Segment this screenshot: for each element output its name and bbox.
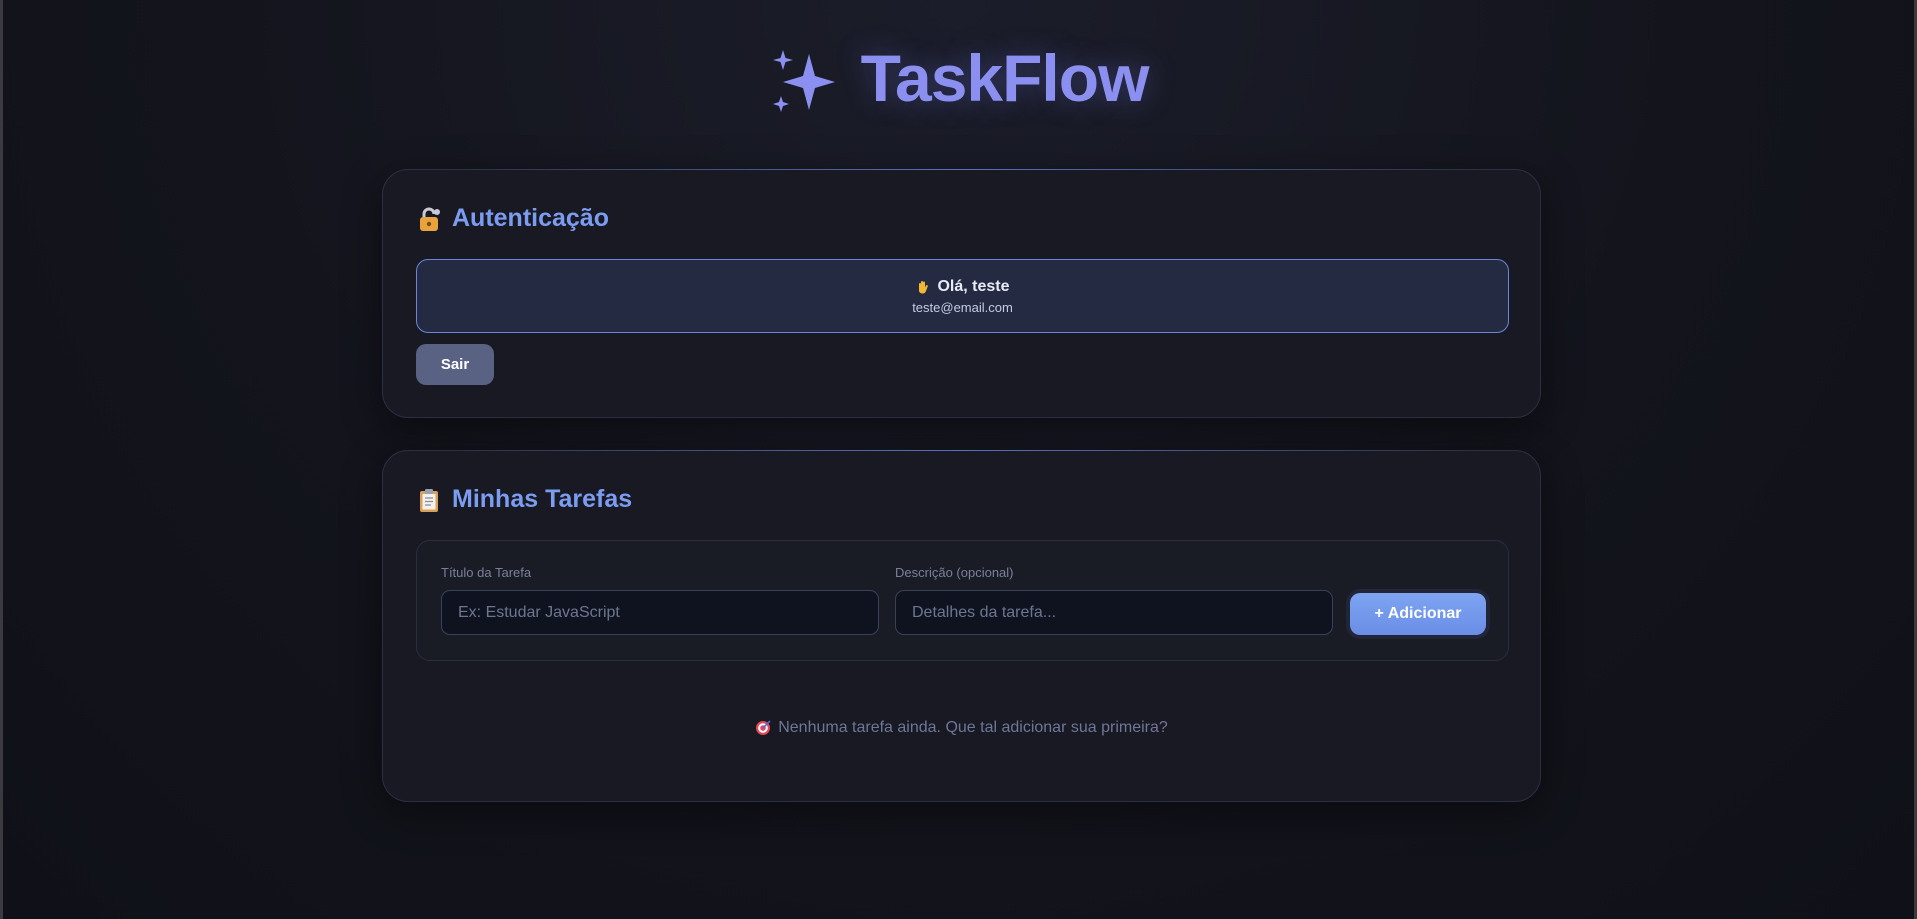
- add-task-button[interactable]: + Adicionar: [1350, 593, 1486, 635]
- task-description-label: Descrição (opcional): [895, 565, 1014, 580]
- empty-state-text: Nenhuma tarefa ainda. Que tal adicionar …: [778, 719, 1168, 736]
- logout-button[interactable]: Sair: [416, 344, 494, 385]
- task-title-label: Título da Tarefa: [441, 565, 532, 580]
- empty-state: Nenhuma tarefa ainda. Que tal adicionar …: [383, 719, 1540, 737]
- add-task-form: Título da Tarefa Descrição (opcional) + …: [416, 540, 1509, 661]
- clipboard-icon: [420, 488, 438, 512]
- lock-icon: [420, 207, 440, 231]
- sparkles-icon: [772, 50, 835, 112]
- task-title-input[interactable]: [441, 590, 879, 635]
- app-header: TaskFlow: [3, 40, 1914, 116]
- waving-hand-icon: [919, 280, 929, 293]
- tasks-card-title: Minhas Tarefas: [416, 485, 632, 514]
- tasks-card: Minhas Tarefas Título da Tarefa Descriçã…: [382, 450, 1541, 802]
- target-icon: [756, 720, 771, 735]
- user-email: teste@email.com: [912, 299, 1013, 315]
- user-greeting: Olá, teste: [915, 277, 1010, 296]
- greeting-text: Olá, teste: [937, 277, 1010, 295]
- auth-card-title: Autenticação: [416, 204, 609, 233]
- task-description-input[interactable]: [895, 590, 1333, 635]
- auth-card: Autenticação Olá, teste teste@email.com …: [382, 169, 1541, 418]
- tasks-title-text: Minhas Tarefas: [452, 485, 633, 513]
- user-info-box: Olá, teste teste@email.com: [416, 259, 1509, 333]
- app-title: TaskFlow: [860, 41, 1150, 115]
- auth-title-text: Autenticação: [452, 204, 609, 232]
